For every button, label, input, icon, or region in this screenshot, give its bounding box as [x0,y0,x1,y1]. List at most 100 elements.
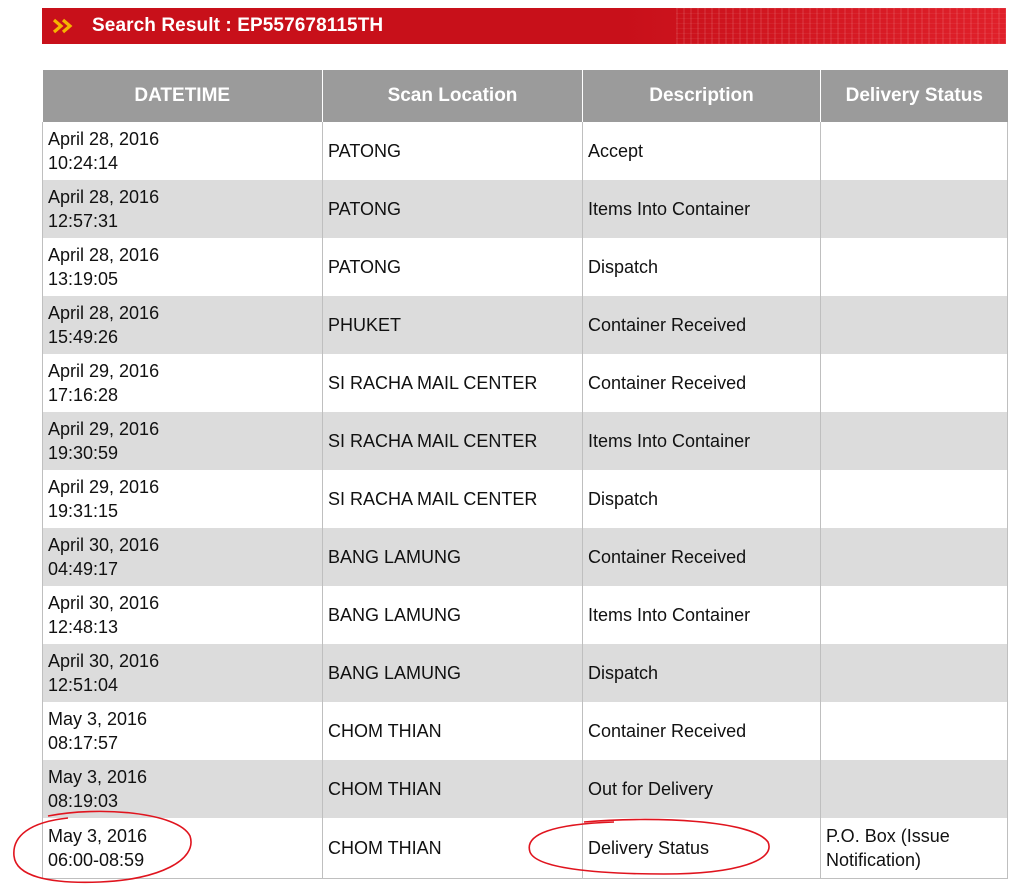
delivery-status-cell [820,644,1008,702]
scan-date: April 28, 2016 [48,303,160,323]
datetime-cell: April 28, 2016 15:49:26 [42,296,323,354]
search-result-bar: Search Result : EP557678115TH [42,8,1006,44]
scan-date: April 29, 2016 [48,419,160,439]
scan-time: 06:00-08:59 [48,849,145,870]
description-cell: Container Received [582,296,821,354]
scan-date: April 29, 2016 [48,361,160,381]
scan-date: April 30, 2016 [48,593,160,613]
scan-date: April 28, 2016 [48,187,160,207]
description-cell: Dispatch [582,644,821,702]
datetime-cell: April 29, 2016 17:16:28 [42,354,323,412]
scan-location-cell: PATONG [322,180,583,238]
scan-location-cell: BANG LAMUNG [322,586,583,644]
scan-time: 17:16:28 [48,385,119,405]
datetime-cell: April 28, 2016 12:57:31 [42,180,323,238]
delivery-status-cell [820,470,1008,528]
table-row: April 30, 2016 04:49:17 BANG LAMUNG Contain… [42,528,1008,586]
scan-date: April 29, 2016 [48,477,160,497]
table-row: April 28, 2016 12:57:31 PATONG Items Into C… [42,180,1008,238]
scan-location-cell: PATONG [322,122,583,180]
datetime-cell: April 28, 2016 10:24:14 [42,122,323,180]
delivery-status-cell [820,586,1008,644]
table-row: April 29, 2016 19:30:59 SI RACHA MAIL CENT… [42,412,1008,470]
datetime-cell: May 3, 2016 08:19:03 [42,760,323,818]
table-row: May 3, 2016 08:17:57 CHOM THIAN Container R… [42,702,1008,760]
description-cell: Delivery Status [582,818,821,879]
scan-date: April 28, 2016 [48,129,160,149]
scan-location-cell: CHOM THIAN [322,760,583,818]
table-row: April 30, 2016 12:48:13 BANG LAMUNG Items I… [42,586,1008,644]
datetime-cell: May 3, 2016 06:00-08:59 [42,818,323,879]
description-cell: Container Received [582,354,821,412]
datetime-cell: April 30, 2016 04:49:17 [42,528,323,586]
table-row: May 3, 2016 08:19:03 CHOM THIAN Out for Del… [42,760,1008,818]
scan-location-cell: PHUKET [322,296,583,354]
table-row: April 29, 2016 19:31:15 SI RACHA MAIL CENT… [42,470,1008,528]
table-row: May 3, 2016 06:00-08:59 CHOM THIAN Delivery… [42,818,1008,879]
tracking-page: Search Result : EP557678115TH DATETIME S… [0,0,1024,890]
datetime-cell: April 29, 2016 19:31:15 [42,470,323,528]
column-header-description: Description [582,70,821,122]
scan-time: 12:57:31 [48,211,119,231]
column-header-datetime: DATETIME [42,70,323,122]
description-cell: Container Received [582,528,821,586]
table-row: April 28, 2016 15:49:26 PHUKET Container Re… [42,296,1008,354]
description-cell: Dispatch [582,470,821,528]
delivery-status-cell [820,528,1008,586]
scan-time: 12:48:13 [48,617,119,637]
scan-date: April 30, 2016 [48,651,160,671]
scan-date: May 3, 2016 [48,709,148,729]
delivery-status-cell [820,180,1008,238]
datetime-cell: April 28, 2016 13:19:05 [42,238,323,296]
scan-date: April 30, 2016 [48,535,160,555]
delivery-status-cell: P.O. Box (Issue Notification) [820,818,1008,879]
search-result-title: Search Result : EP557678115TH [92,15,384,36]
table-row: April 28, 2016 13:19:05 PATONG Dispatch [42,238,1008,296]
scan-location-cell: SI RACHA MAIL CENTER [322,412,583,470]
delivery-status-cell [820,760,1008,818]
description-cell: Items Into Container [582,586,821,644]
scan-time: 19:30:59 [48,443,119,463]
scan-location-cell: SI RACHA MAIL CENTER [322,354,583,412]
scan-time: 15:49:26 [48,327,119,347]
scan-time: 19:31:15 [48,501,119,521]
scan-location-cell: CHOM THIAN [322,818,583,879]
description-cell: Container Received [582,702,821,760]
description-cell: Out for Delivery [582,760,821,818]
scan-date: May 3, 2016 [48,767,148,787]
delivery-status-cell [820,296,1008,354]
table-row: April 29, 2016 17:16:28 SI RACHA MAIL CENT… [42,354,1008,412]
scan-date: April 28, 2016 [48,245,160,265]
scan-time: 10:24:14 [48,153,119,173]
scan-location-cell: CHOM THIAN [322,702,583,760]
scan-time: 12:51:04 [48,675,119,695]
table-row: April 30, 2016 12:51:04 BANG LAMUNG Dispatc… [42,644,1008,702]
scan-time: 08:17:57 [48,733,119,753]
tracking-table-body: April 28, 2016 10:24:14 PATONG Accept April … [42,122,1008,879]
description-cell: Items Into Container [582,412,821,470]
delivery-status-cell [820,122,1008,180]
delivery-status-cell [820,412,1008,470]
scan-location-cell: SI RACHA MAIL CENTER [322,470,583,528]
datetime-cell: May 3, 2016 08:17:57 [42,702,323,760]
datetime-cell: April 29, 2016 19:30:59 [42,412,323,470]
delivery-status-cell [820,354,1008,412]
scan-location-cell: PATONG [322,238,583,296]
delivery-status-cell [820,238,1008,296]
table-row: April 28, 2016 10:24:14 PATONG Accept [42,122,1008,180]
description-cell: Accept [582,122,821,180]
column-header-scan-location: Scan Location [322,70,583,122]
double-chevron-right-icon [52,16,82,36]
scan-time: 13:19:05 [48,269,119,289]
scan-time: 08:19:03 [48,791,119,811]
datetime-cell: April 30, 2016 12:51:04 [42,644,323,702]
scan-time: 04:49:17 [48,559,119,579]
delivery-status-cell [820,702,1008,760]
table-header-row: DATETIME Scan Location Description Deliv… [42,70,1008,122]
scan-date: May 3, 2016 [48,825,148,846]
scan-location-cell: BANG LAMUNG [322,644,583,702]
binary-pattern-decoration [676,8,1006,44]
column-header-delivery-status: Delivery Status [820,70,1008,122]
description-cell: Dispatch [582,238,821,296]
tracking-table: DATETIME Scan Location Description Deliv… [42,70,1008,879]
